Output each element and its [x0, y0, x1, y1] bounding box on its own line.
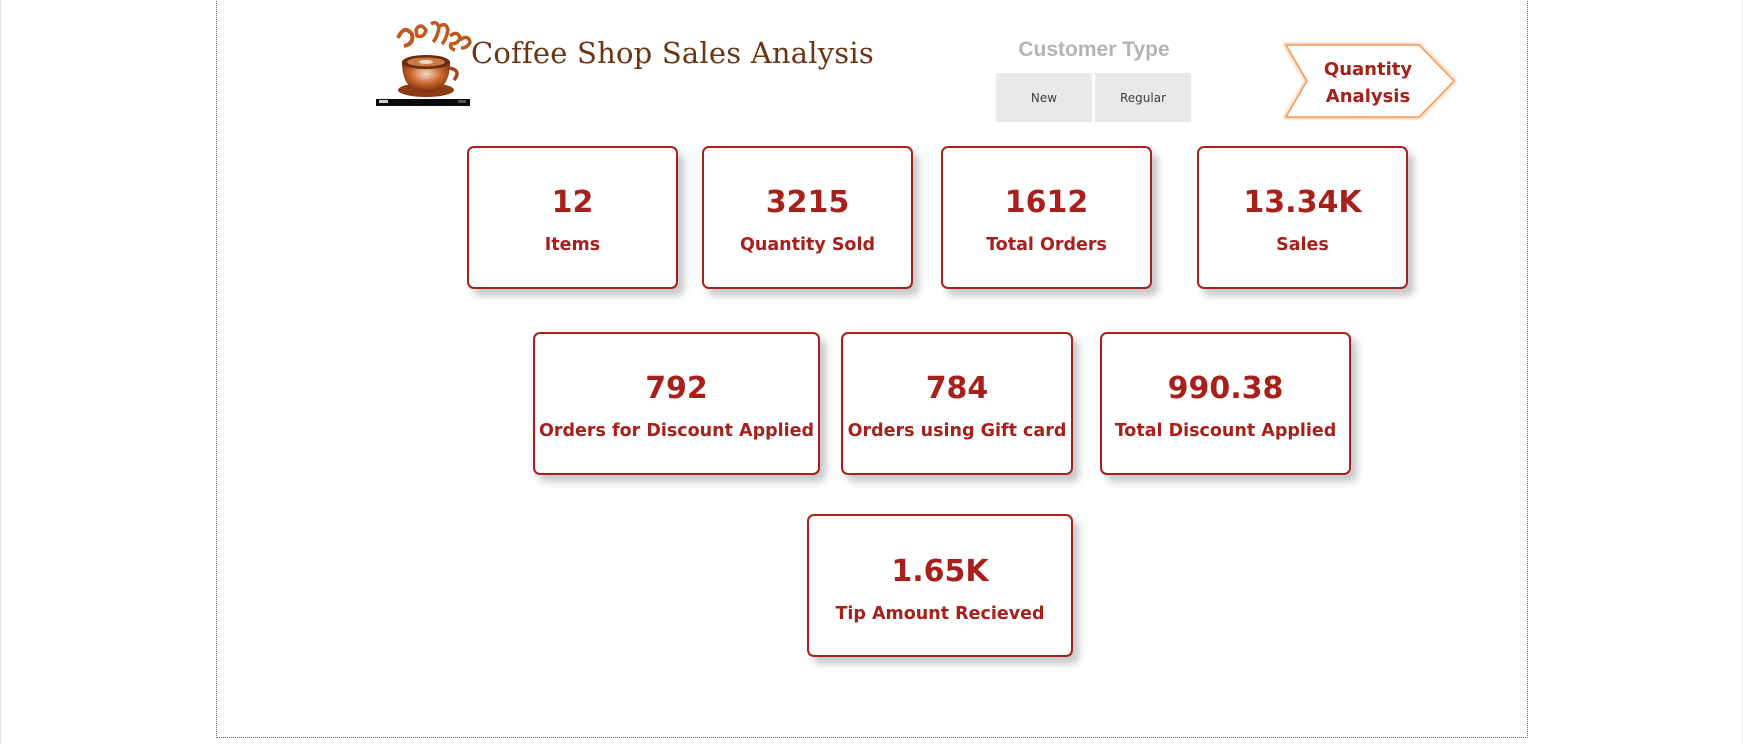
kpi-card-items: 12 Items [467, 146, 678, 289]
kpi-label: Tip Amount Recieved [835, 604, 1045, 624]
slicer-title: Customer Type [1018, 38, 1170, 61]
kpi-value: 990.38 [1167, 371, 1284, 406]
kpi-label: Items [544, 235, 601, 255]
kpi-value: 792 [645, 371, 708, 406]
kpi-label: Orders using Gift card [847, 421, 1067, 441]
kpi-label: Quantity Sold [740, 235, 875, 255]
kpi-card-total-orders: 1612 Total Orders [941, 146, 1152, 289]
kpi-value: 1612 [1004, 185, 1089, 220]
kpi-value: 3215 [765, 185, 850, 220]
kpi-label: Orders for Discount Applied [538, 421, 815, 441]
kpi-label: Total Orders [986, 235, 1107, 255]
nav-label-line2: Analysis [1325, 86, 1411, 107]
page-title: Coffee Shop Sales Analysis [471, 36, 874, 70]
kpi-card-tip-amount: 1.65K Tip Amount Recieved [807, 514, 1073, 657]
coffee-cup-logo-icon [396, 20, 472, 97]
kpi-label: Total Discount Applied [1114, 421, 1337, 441]
kpi-card-orders-discount-applied: 792 Orders for Discount Applied [533, 332, 820, 475]
kpi-value: 13.34K [1243, 185, 1362, 220]
kpi-card-quantity-sold: 3215 Quantity Sold [702, 146, 913, 289]
kpi-value: 12 [551, 185, 594, 220]
kpi-card-total-discount-applied: 990.38 Total Discount Applied [1100, 332, 1351, 475]
kpi-card-sales: 13.34K Sales [1197, 146, 1408, 289]
kpi-value: 1.65K [891, 554, 989, 589]
nav-button-label: Quantity Analysis [1301, 56, 1435, 110]
nav-label-line1: Quantity [1323, 59, 1413, 80]
quantity-analysis-nav-button[interactable]: Quantity Analysis [1283, 42, 1458, 120]
kpi-label: Sales [1276, 235, 1329, 255]
kpi-value: 784 [925, 371, 989, 406]
kpi-card-orders-gift-card: 784 Orders using Gift card [841, 332, 1073, 475]
logo-bar [376, 99, 470, 106]
slicer-option-regular[interactable]: Regular [1095, 73, 1191, 122]
slicer-option-new[interactable]: New [996, 73, 1092, 122]
page-edge-left [0, 0, 1, 744]
